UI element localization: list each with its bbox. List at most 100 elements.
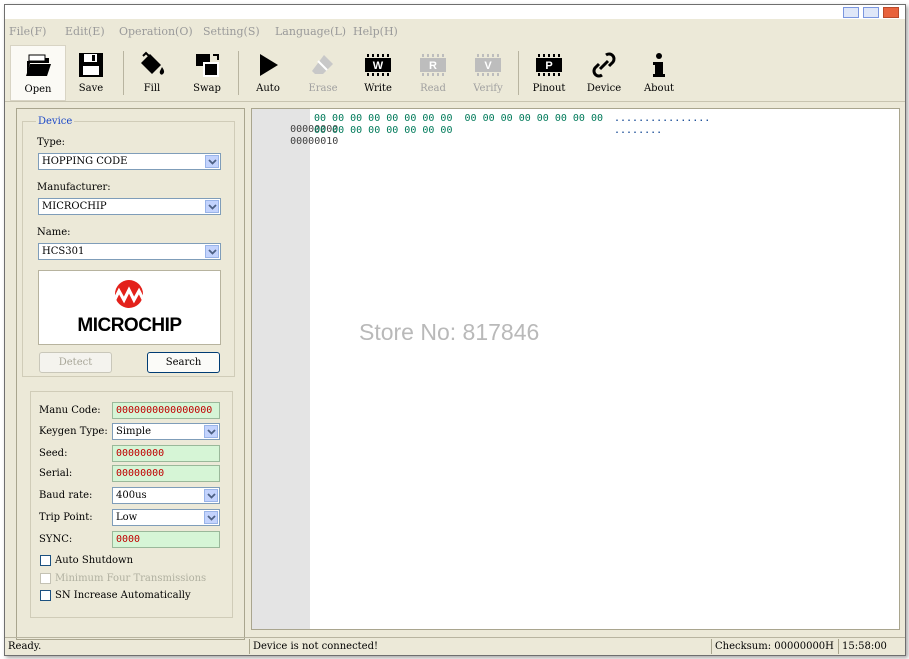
sync-field[interactable]: 0000: [112, 531, 220, 548]
about-button[interactable]: About: [632, 45, 686, 99]
type-select[interactable]: HOPPING CODE: [38, 153, 221, 170]
minimize-icon[interactable]: [843, 7, 859, 18]
search-button[interactable]: Search: [147, 352, 220, 373]
svg-text:P: P: [545, 60, 552, 72]
menu-setting[interactable]: Setting(S): [203, 25, 260, 38]
hex-row-ascii[interactable]: ........: [614, 125, 662, 136]
chevron-down-icon[interactable]: [205, 245, 219, 258]
auto-button[interactable]: Auto: [241, 45, 295, 99]
toolbar: Open Save Fill Swap Auto Erase W Write R…: [5, 45, 905, 102]
trip-point-select[interactable]: Low: [112, 509, 220, 526]
baud-rate-value: 400us: [116, 490, 147, 501]
menu-help[interactable]: Help(H): [353, 25, 398, 38]
hex-row-ascii[interactable]: ................: [614, 113, 710, 124]
sync-value: 0000: [116, 534, 141, 545]
keygen-type-value: Simple: [116, 426, 152, 437]
title-bar: [5, 5, 905, 19]
manufacturer-select[interactable]: MICROCHIP: [38, 198, 221, 215]
hex-row-bytes[interactable]: 00 00 00 00 00 00 00 00: [314, 125, 452, 136]
seed-value: 00000000: [116, 448, 165, 459]
type-label: Type:: [37, 137, 66, 148]
name-label: Name:: [37, 227, 71, 238]
link-icon: [592, 52, 616, 78]
info-icon: [653, 53, 665, 77]
auto-shutdown-checkbox[interactable]: [40, 555, 51, 566]
menu-file[interactable]: File(F): [9, 25, 46, 38]
status-ready: Ready.: [8, 641, 42, 652]
toolbar-separator: [518, 51, 519, 95]
erase-button[interactable]: Erase: [296, 45, 350, 99]
device-label: Device: [586, 83, 622, 94]
close-icon[interactable]: [883, 7, 899, 18]
manu-code-label: Manu Code:: [39, 405, 101, 416]
address-column: [252, 109, 310, 629]
baud-rate-select[interactable]: 400us: [112, 487, 220, 504]
open-button[interactable]: Open: [10, 45, 66, 101]
min-four-transmissions-label: Minimum Four Transmissions: [55, 573, 207, 584]
min-four-transmissions-checkbox[interactable]: [40, 573, 51, 584]
chevron-down-icon[interactable]: [204, 489, 218, 502]
save-button[interactable]: Save: [64, 45, 118, 99]
pinout-button[interactable]: P Pinout: [522, 45, 576, 99]
write-label: Write: [364, 83, 392, 94]
type-value: HOPPING CODE: [42, 156, 128, 167]
serial-label: Serial:: [39, 468, 73, 479]
swap-icon: [196, 54, 219, 77]
auto-label: Auto: [256, 83, 280, 94]
hex-editor[interactable]: 00000000 00 00 00 00 00 00 00 00 00 00 0…: [251, 108, 900, 630]
toolbar-separator: [123, 51, 124, 95]
fill-button[interactable]: Fill: [125, 45, 179, 99]
about-label: About: [643, 83, 675, 94]
read-button[interactable]: R Read: [406, 45, 460, 99]
device-button[interactable]: Device: [577, 45, 631, 99]
menu-language[interactable]: Language(L): [275, 25, 346, 38]
verify-button[interactable]: V Verify: [461, 45, 515, 99]
microchip-logo-icon: [110, 280, 148, 308]
chevron-down-icon[interactable]: [204, 511, 218, 524]
detect-button[interactable]: Detect: [39, 352, 112, 373]
store-watermark: Store No: 817846: [359, 319, 540, 345]
verify-label: Verify: [473, 83, 503, 94]
menu-edit[interactable]: Edit(E): [65, 25, 105, 38]
sn-increase-checkbox[interactable]: [40, 590, 51, 601]
baud-rate-label: Baud rate:: [39, 490, 93, 501]
floppy-disk-icon: [79, 53, 103, 77]
chevron-down-icon[interactable]: [205, 200, 219, 213]
trip-point-value: Low: [116, 512, 138, 523]
name-select[interactable]: HCS301: [38, 243, 221, 260]
paint-bucket-icon: [141, 51, 165, 75]
manu-code-field[interactable]: 0000000000000000: [112, 402, 220, 419]
chip-v-icon: V: [475, 54, 501, 76]
chevron-down-icon[interactable]: [205, 155, 219, 168]
eraser-icon: [312, 55, 333, 74]
swap-button[interactable]: Swap: [180, 45, 234, 99]
serial-field[interactable]: 00000000: [112, 465, 220, 482]
keygen-type-select[interactable]: Simple: [112, 423, 220, 440]
name-value: HCS301: [42, 246, 85, 257]
chip-p-icon: P: [536, 54, 562, 76]
write-button[interactable]: W Write: [351, 45, 405, 99]
manufacturer-logo-box: MICROCHIP: [38, 270, 221, 345]
save-label: Save: [78, 83, 104, 94]
manufacturer-value: MICROCHIP: [42, 201, 107, 212]
pinout-label: Pinout: [532, 83, 566, 94]
seed-field[interactable]: 00000000: [112, 445, 220, 462]
svg-text:R: R: [429, 60, 437, 72]
read-label: Read: [420, 83, 446, 94]
left-panel: Device Type: HOPPING CODE Manufacturer: …: [16, 108, 245, 640]
chevron-down-icon[interactable]: [204, 425, 218, 438]
sync-label: SYNC:: [39, 534, 73, 545]
play-icon: [260, 54, 278, 76]
maximize-icon[interactable]: [863, 7, 879, 18]
svg-text:W: W: [373, 60, 384, 72]
toolbar-separator: [238, 51, 239, 95]
auto-shutdown-label: Auto Shutdown: [55, 555, 134, 566]
erase-label: Erase: [308, 83, 338, 94]
swap-label: Swap: [193, 83, 221, 94]
seed-label: Seed:: [39, 448, 68, 459]
status-clock: 15:58:00: [838, 639, 898, 654]
hex-row-bytes[interactable]: 00 00 00 00 00 00 00 00 00 00 00 00 00 0…: [314, 113, 603, 124]
chip-r-icon: R: [420, 54, 446, 76]
menu-operation[interactable]: Operation(O): [119, 25, 193, 38]
status-bar: Ready. Device is not connected! Checksum…: [5, 637, 905, 655]
